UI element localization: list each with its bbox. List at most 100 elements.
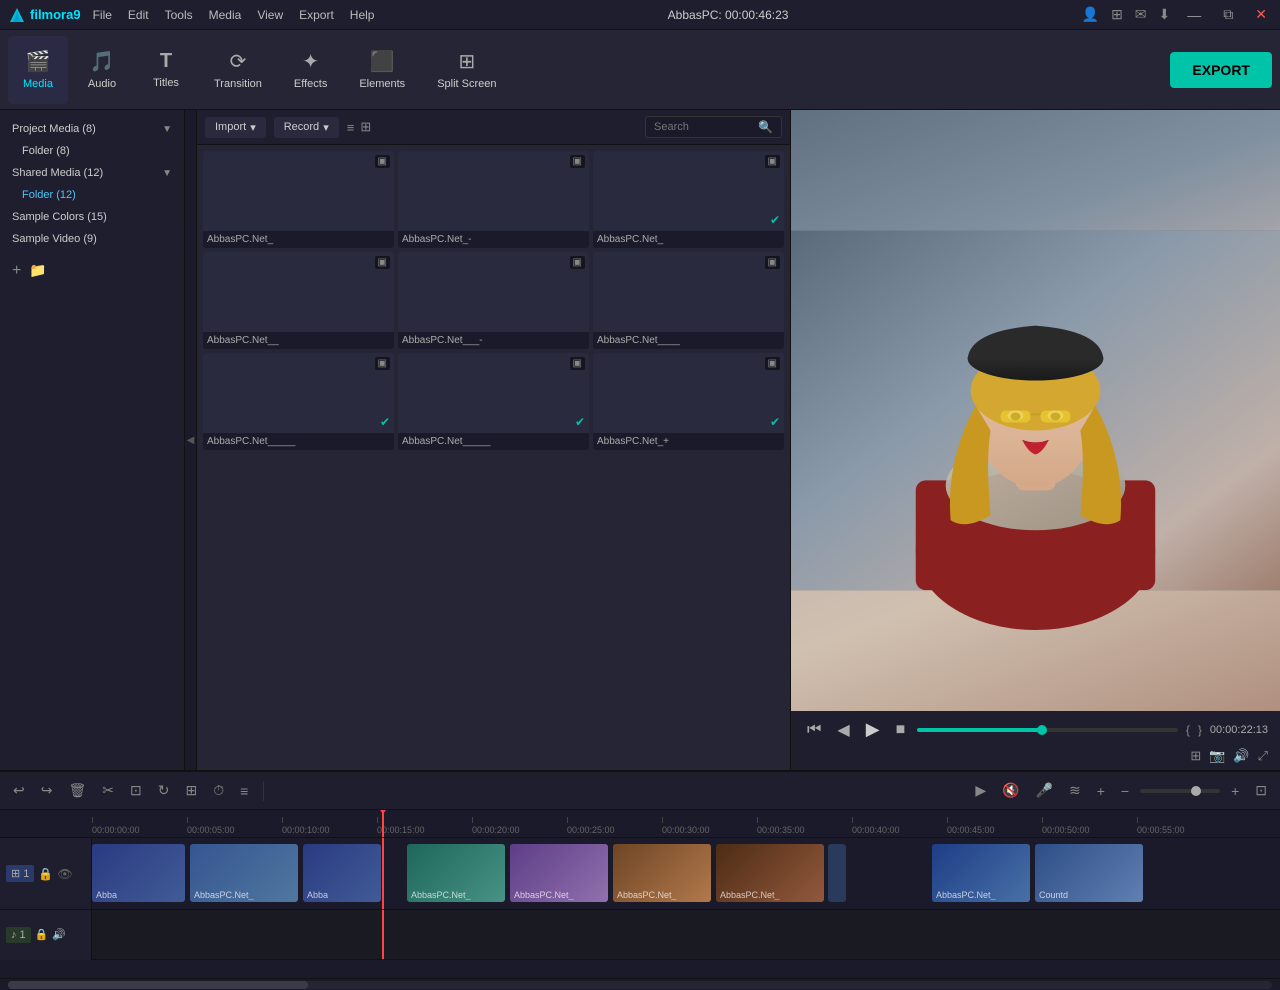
clip-9[interactable]: AbbasPC.Net_ — [932, 844, 1030, 902]
clip-3[interactable]: Abba — [303, 844, 381, 902]
marker-left[interactable]: { — [1186, 723, 1190, 737]
sidebar-item-sample-video[interactable]: Sample Video (9) — [0, 228, 184, 250]
add-track-button[interactable]: + — [1092, 780, 1110, 802]
expand-icon[interactable]: ⤢ — [1258, 748, 1268, 764]
record-button[interactable]: Record ▾ — [274, 117, 339, 138]
cut-button[interactable]: ✂ — [97, 779, 119, 802]
profile-icon[interactable]: 👤 — [1082, 6, 1099, 23]
menu-view[interactable]: View — [257, 8, 283, 22]
media-thumb-3[interactable]: ▣ AbbasPC.Net____ — [593, 252, 784, 349]
marker-right[interactable]: } — [1198, 723, 1202, 737]
menu-edit[interactable]: Edit — [128, 8, 149, 22]
crop-button[interactable]: ⊡ — [125, 779, 147, 802]
volume-icon[interactable]: 🔊 — [1233, 748, 1249, 764]
audio-track-content[interactable] — [92, 910, 1280, 959]
progress-handle[interactable] — [1037, 725, 1047, 735]
filter-icon[interactable]: ≡ — [347, 120, 355, 135]
minimize-button[interactable]: — — [1182, 5, 1206, 25]
mail-icon[interactable]: ✉ — [1135, 6, 1147, 23]
grid-icon[interactable]: ⊞ — [1111, 6, 1123, 23]
play-button[interactable]: ▶ — [862, 717, 884, 742]
tool-titles[interactable]: T Titles — [136, 36, 196, 104]
track-lock-icon[interactable]: 🔒 — [38, 867, 53, 881]
clip-gap[interactable] — [385, 844, 403, 902]
sidebar-item-project-media[interactable]: Project Media (8) ▼ — [0, 118, 184, 140]
search-icon[interactable]: 🔍 — [758, 120, 773, 134]
grid-view-icon[interactable]: ⊞ — [360, 119, 371, 135]
search-input[interactable] — [654, 121, 754, 133]
clip-7[interactable]: AbbasPC.Net_ — [716, 844, 824, 902]
zoom-handle[interactable] — [1191, 786, 1201, 796]
record-dropdown-arrow[interactable]: ▾ — [323, 121, 329, 134]
tool-media[interactable]: 🎬 Media — [8, 36, 68, 104]
timer-button[interactable]: ⏱ — [208, 779, 229, 802]
skip-back-button[interactable]: ⏮ — [803, 719, 825, 741]
folder-button[interactable]: 📁 — [29, 262, 46, 280]
timeline-scrollbar[interactable] — [0, 978, 1280, 990]
zoom-in-button[interactable]: + — [1226, 780, 1244, 802]
play-track-button[interactable]: ▶ — [970, 779, 991, 802]
redo-button[interactable]: ↪ — [36, 779, 58, 802]
mixer-button[interactable]: ≋ — [1064, 779, 1086, 802]
download-icon[interactable]: ⬇ — [1159, 6, 1171, 23]
menu-help[interactable]: Help — [350, 8, 375, 22]
add-media-button[interactable]: + — [12, 262, 21, 280]
clip-4[interactable]: AbbasPC.Net_ — [407, 844, 505, 902]
stop-button[interactable]: ■ — [892, 719, 910, 741]
tool-audio[interactable]: 🎵 Audio — [72, 36, 132, 104]
track-eye-icon[interactable]: 👁 — [57, 867, 72, 881]
clip-5[interactable]: AbbasPC.Net_ — [510, 844, 608, 902]
tool-transition[interactable]: ⟳ Transition — [200, 36, 276, 104]
fullscreen-preview-icon[interactable]: ⊞ — [1190, 748, 1201, 764]
media-thumb-partial-2[interactable]: ▣ AbbasPC.Net_- — [398, 151, 589, 248]
media-thumb-5[interactable]: ▣ ✔ AbbasPC.Net_____ — [398, 353, 589, 450]
more-button[interactable]: ≡ — [235, 780, 253, 802]
mute-button[interactable]: 🔇 — [997, 779, 1024, 802]
clip-2[interactable]: AbbasPC.Net_ — [190, 844, 298, 902]
fit-button[interactable]: ⊡ — [1250, 779, 1272, 802]
mic-button[interactable]: 🎤 — [1031, 779, 1058, 802]
snapshot-icon[interactable]: 📷 — [1209, 748, 1225, 764]
media-thumb-4[interactable]: ▣ ✔ AbbasPC.Net_____ — [203, 353, 394, 450]
clip-8[interactable] — [828, 844, 846, 902]
media-thumb-2[interactable]: ▣ AbbasPC.Net___- — [398, 252, 589, 349]
zoom-slider[interactable] — [1140, 789, 1220, 793]
rotate-button[interactable]: ↻ — [153, 779, 175, 802]
media-thumb-partial-3[interactable]: ▣ ✔ AbbasPC.Net_ — [593, 151, 784, 248]
media-thumb-1[interactable]: ▣ AbbasPC.Net__ — [203, 252, 394, 349]
clip-1[interactable]: Abba — [92, 844, 185, 902]
menu-media[interactable]: Media — [209, 8, 242, 22]
panel-collapse-bar[interactable]: ◀ — [185, 110, 197, 770]
menu-tools[interactable]: Tools — [165, 8, 193, 22]
adjust-button[interactable]: ⊞ — [180, 779, 202, 802]
undo-button[interactable]: ↩ — [8, 779, 30, 802]
menu-file[interactable]: File — [93, 8, 112, 22]
import-dropdown-arrow[interactable]: ▾ — [250, 121, 256, 134]
clip-10[interactable]: Countd — [1035, 844, 1143, 902]
sidebar-item-folder[interactable]: Folder (8) — [0, 140, 184, 162]
close-button[interactable]: ✕ — [1250, 4, 1272, 25]
tool-elements[interactable]: ⬛ Elements — [345, 36, 419, 104]
sidebar-item-shared-media[interactable]: Shared Media (12) ▼ — [0, 162, 184, 184]
export-button[interactable]: EXPORT — [1170, 52, 1272, 88]
import-button[interactable]: Import ▾ — [205, 117, 266, 138]
tool-split-screen[interactable]: ⊞ Split Screen — [423, 36, 510, 104]
step-back-button[interactable]: ◀ — [833, 718, 853, 742]
scrollbar-thumb[interactable] — [8, 981, 308, 989]
audio-track-lock-icon[interactable]: 🔒 — [35, 928, 49, 941]
sidebar-item-folder-12[interactable]: Folder (12) — [0, 184, 184, 206]
media-thumb-6[interactable]: ▣ ✔ AbbasPC.Net_+ — [593, 353, 784, 450]
remove-track-button[interactable]: − — [1116, 780, 1134, 802]
sidebar-item-sample-colors[interactable]: Sample Colors (15) — [0, 206, 184, 228]
video-track-content[interactable]: Abba AbbasPC.Net_ Abba AbbasPC.Net_ — [92, 838, 1280, 909]
clip-6[interactable]: AbbasPC.Net_ — [613, 844, 711, 902]
media-thumb-partial-1[interactable]: ▣ AbbasPC.Net_ — [203, 151, 394, 248]
tool-effects[interactable]: ✦ Effects — [280, 36, 341, 104]
delete-button[interactable]: 🗑 — [63, 779, 91, 802]
audio-track-volume-icon[interactable]: 🔊 — [52, 928, 66, 941]
playhead[interactable] — [382, 810, 384, 837]
progress-bar[interactable] — [917, 728, 1178, 732]
menu-export[interactable]: Export — [299, 8, 334, 22]
effects-icon: ✦ — [302, 49, 319, 74]
restore-button[interactable]: ⧉ — [1218, 4, 1238, 25]
